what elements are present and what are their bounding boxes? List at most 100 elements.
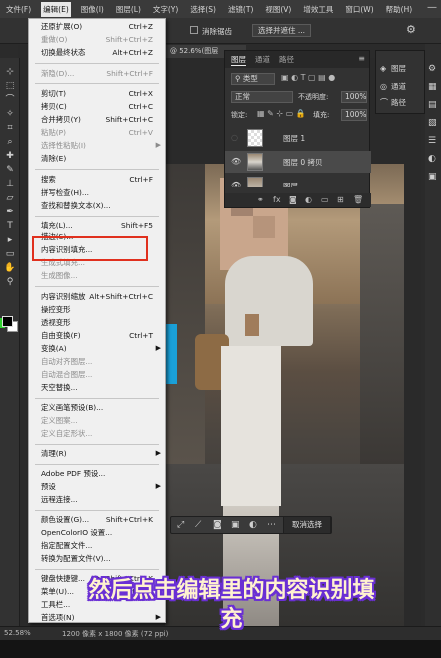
pen-tool-icon[interactable]: ✒ [3,206,17,218]
fx-button[interactable]: fx [273,195,281,204]
menu-item-assign-profile[interactable]: 指定配置文件... [29,540,165,551]
menu-item-pdf-presets[interactable]: Adobe PDF 预设... [29,468,165,479]
menu-item-color-settings[interactable]: 颜色设置(G)... Shift+Ctrl+K [29,514,165,525]
lock-icons[interactable]: ▦ ✎ ⊹ ▭ 🔒 [257,109,306,118]
type-tool-icon[interactable]: T [3,220,17,232]
menu-view[interactable]: 视图(V) [263,2,293,17]
dock-item-layers[interactable]: ◈ 图层 [380,63,406,75]
menu-item-purge[interactable]: 清理(R) ▶ [29,448,165,459]
menu-item-undo[interactable]: 还原扩展(O) Ctrl+Z [29,21,165,32]
menu-item-convert-profile[interactable]: 转换为配置文件(V)... [29,553,165,564]
color-icon[interactable]: ⚙ [428,64,436,74]
menu-edit[interactable]: 编辑(E) [41,1,71,17]
eyedropper-icon[interactable]: ⌕ [3,136,17,148]
visibility-icon[interactable]: 👁 [231,157,241,166]
menu-item-ocio-settings[interactable]: OpenColorIO 设置... [29,527,165,538]
marquee-tool-icon[interactable]: ⬚ [3,80,17,92]
menu-item-sky-replacement[interactable]: 天空替换... [29,382,165,393]
panel-menu-icon[interactable]: ≡ [358,54,365,63]
adjust-icon[interactable]: ◐ [249,520,257,530]
dock-item-channels[interactable]: ◎ 通道 [380,81,406,93]
menu-item-search[interactable]: 搜索 Ctrl+F [29,174,165,185]
magic-wand-icon[interactable]: ✧ [3,108,17,120]
healing-brush-icon[interactable]: ✚ [3,150,17,162]
tab-layers[interactable]: 图层 [231,54,246,66]
menu-item-paste-special[interactable]: 选择性粘贴(I) ▶ [29,140,165,151]
mask-icon[interactable]: ◙ [213,520,222,530]
menu-layer[interactable]: 图层(L) [114,2,143,17]
adjustments-icon[interactable]: ◐ [428,154,436,164]
patterns-icon[interactable]: ▧ [428,118,437,128]
menu-item-transform[interactable]: 变换(A) ▶ [29,343,165,354]
menu-item-copy-merged[interactable]: 合并拷贝(Y) Shift+Ctrl+C [29,114,165,125]
opacity-input[interactable]: 100% [341,91,367,103]
menu-item-cut[interactable]: 剪切(T) Ctrl+X [29,88,165,99]
menu-item-free-transform[interactable]: 自由变换(F) Ctrl+T [29,330,165,341]
properties-icon[interactable]: ☰ [428,136,436,146]
dock-item-paths[interactable]: ⌒ 路径 [380,97,406,109]
menu-select[interactable]: 选择(S) [188,2,218,17]
refine-icon[interactable]: ⟋ [195,520,201,530]
menu-item-puppet-warp[interactable]: 操控变形 [29,304,165,315]
brush-tool-icon[interactable]: ✎ [3,164,17,176]
menu-item-fill[interactable]: 填充(L)... Shift+F5 [29,220,165,231]
menu-item-toggle-last-state[interactable]: 切换最终状态 Alt+Ctrl+Z [29,47,165,58]
lasso-tool-icon[interactable]: ⌒ [3,94,17,106]
menu-item-presets[interactable]: 预设 ▶ [29,481,165,492]
transform-icon[interactable]: ⤢ [177,520,184,530]
new-layer-icon[interactable]: ⊞ [337,195,344,204]
layer-row[interactable]: 👁 图层 [225,175,371,187]
visibility-icon[interactable]: 👁 [231,181,241,187]
zoom-level[interactable]: 52.58% [4,629,31,637]
crop-tool-icon[interactable]: ⌗ [3,122,17,134]
menu-item-spell-check[interactable]: 拼写检查(H)... [29,187,165,198]
zoom-tool-icon[interactable]: ⚲ [3,276,17,288]
blend-mode-select[interactable]: 正常 [231,91,293,103]
menu-item-define-shape[interactable]: 定义自定形状... [29,428,165,439]
menu-item-auto-align[interactable]: 自动对齐图层... [29,356,165,367]
menu-item-copy[interactable]: 拷贝(C) Ctrl+C [29,101,165,112]
swatches-icon[interactable]: ▦ [428,82,437,92]
menu-image[interactable]: 图像(I) [79,2,106,17]
menu-item-define-pattern[interactable]: 定义图案... [29,415,165,426]
menu-item-remote-connections[interactable]: 远程连接... [29,494,165,505]
minimize-icon[interactable]: — [427,2,437,13]
menu-item-perspective-warp[interactable]: 透视变形 [29,317,165,328]
trash-icon[interactable]: 🗑 [353,195,363,204]
shape-tool-icon[interactable]: ▭ [3,248,17,260]
select-and-mask-button[interactable]: 选择并遮住 ... [252,24,312,37]
menu-item-redo[interactable]: 重做(O) Shift+Ctrl+Z [29,34,165,45]
hand-tool-icon[interactable]: ✋ [3,262,17,274]
menu-plugins[interactable]: 增效工具 [301,2,335,17]
menu-item-content-aware-scale[interactable]: 内容识别缩放 Alt+Shift+Ctrl+C [29,291,165,302]
visibility-icon[interactable]: ○ [231,133,238,142]
fill-input[interactable]: 100% [341,109,367,121]
menu-item-clear[interactable]: 清除(E) [29,153,165,164]
menu-item-find-replace[interactable]: 查找和替换文本(X)... [29,200,165,211]
eraser-tool-icon[interactable]: ▱ [3,192,17,204]
foreground-color-swatch[interactable] [2,316,13,327]
fill-icon[interactable]: ▣ [231,520,240,530]
layer-kind-select[interactable]: ⚲ 类型 [231,73,275,85]
menu-file[interactable]: 文件(F) [4,2,33,17]
layer-row[interactable]: ○ 图层 1 [225,127,371,149]
antialias-checkbox[interactable] [190,26,198,34]
path-select-icon[interactable]: ▸ [3,234,17,246]
menu-help[interactable]: 帮助(H) [384,2,415,17]
link-layers-icon[interactable]: ⚭ [257,195,264,204]
layer-row-selected[interactable]: 👁 图层 0 拷贝 [225,151,371,173]
menu-item-generate-image[interactable]: 生成图像... [29,270,165,281]
settings-icon[interactable]: ⚙ [406,23,416,36]
deselect-button[interactable]: 取消选择 [283,516,331,534]
gradient-icon[interactable]: ▤ [428,100,437,110]
libraries-icon[interactable]: ▣ [428,172,437,182]
tab-paths[interactable]: 路径 [279,54,294,65]
group-folder-icon[interactable]: ▭ [321,195,329,204]
tab-channels[interactable]: 通道 [255,54,270,65]
menu-item-paste[interactable]: 粘贴(P) Ctrl+V [29,127,165,138]
mask-icon[interactable]: ◙ [289,195,297,204]
menu-item-auto-blend[interactable]: 自动混合图层... [29,369,165,380]
move-tool-icon[interactable]: ⊹ [3,66,17,78]
filter-icons[interactable]: ▣ ◐ T ▢ ▤ ● [281,73,335,82]
adjustment-icon[interactable]: ◐ [305,195,312,204]
